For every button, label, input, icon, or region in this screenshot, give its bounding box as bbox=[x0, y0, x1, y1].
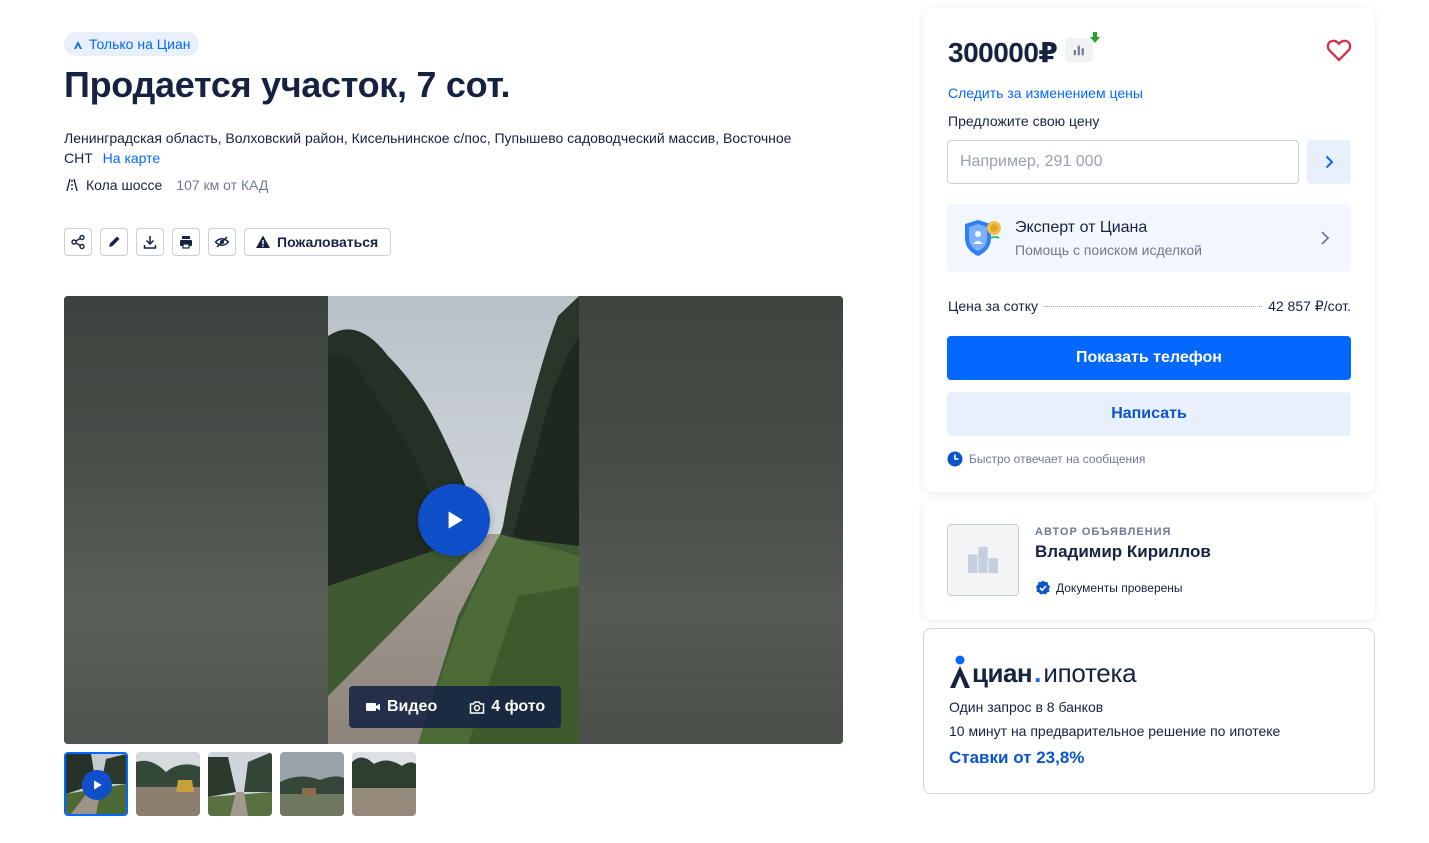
mortgage-rates-link[interactable]: Ставки от 23,8% bbox=[949, 748, 1084, 768]
price-value: 300000₽ bbox=[948, 37, 1058, 68]
note-button[interactable] bbox=[100, 228, 128, 256]
complain-label: Пожаловаться bbox=[277, 234, 379, 250]
thumbnail-image bbox=[352, 752, 416, 816]
mortgage-promo-card[interactable]: циан. ипотека Один запрос в 8 банков 10 м… bbox=[923, 628, 1375, 794]
write-message-button[interactable]: Написать bbox=[947, 392, 1351, 436]
map-link[interactable]: На карте bbox=[103, 150, 161, 166]
clock-icon bbox=[947, 451, 963, 467]
media-gallery[interactable]: Видео 4 фото bbox=[64, 296, 843, 744]
thumbnail-photo[interactable] bbox=[280, 752, 344, 816]
listing-actions: Пожаловаться bbox=[64, 228, 392, 256]
warning-icon bbox=[256, 235, 270, 248]
logo-brand: циан bbox=[972, 658, 1033, 688]
follow-price-link[interactable]: Следить за изменением цены bbox=[948, 85, 1143, 101]
page-title: Продается участок, 7 сот. bbox=[64, 64, 511, 105]
share-icon bbox=[71, 234, 85, 250]
chevron-right-icon bbox=[1325, 155, 1334, 169]
road-icon bbox=[66, 178, 78, 192]
print-icon bbox=[180, 236, 192, 249]
price-card: 300000₽ Следить за изменением цены Предл… bbox=[923, 8, 1375, 492]
chevron-right-icon bbox=[1321, 231, 1330, 245]
highway-distance: 107 км от КАД bbox=[176, 177, 269, 193]
download-icon bbox=[143, 236, 157, 249]
logo-product: ипотека bbox=[1043, 658, 1137, 688]
complain-button[interactable]: Пожаловаться bbox=[244, 228, 392, 256]
thumbnail-photo[interactable] bbox=[136, 752, 200, 816]
address-text: Ленинградская область, Волховский район,… bbox=[64, 130, 792, 166]
fast-reply-text: Быстро отвечает на сообщения bbox=[969, 452, 1146, 466]
thumbnail-photo[interactable] bbox=[208, 752, 272, 816]
thumbnail-strip bbox=[64, 752, 416, 816]
only-cian-badge: Только на Циан bbox=[64, 32, 200, 56]
play-video-button[interactable] bbox=[418, 484, 490, 556]
expert-subtitle: Помощь с поиском исделкой bbox=[1015, 242, 1202, 258]
offer-price-input[interactable] bbox=[947, 140, 1299, 184]
price-per-unit-label: Цена за сотку bbox=[948, 298, 1038, 314]
hide-button[interactable] bbox=[208, 228, 236, 256]
mortgage-line-2: 10 минут на предварительное решение по и… bbox=[949, 723, 1281, 739]
photos-tab[interactable]: 4 фото bbox=[453, 686, 561, 728]
expert-title: Эксперт от Циана bbox=[1015, 219, 1148, 236]
cian-pin-icon bbox=[950, 655, 970, 688]
thumbnail-play-icon bbox=[82, 770, 112, 800]
photos-label: 4 фото bbox=[491, 698, 546, 715]
badge-label: Только на Циан bbox=[89, 36, 191, 52]
logo-dot: . bbox=[1034, 658, 1042, 688]
download-button[interactable] bbox=[136, 228, 164, 256]
price-per-unit: Цена за сотку 42 857 ₽/сот. bbox=[948, 298, 1351, 315]
avatar[interactable] bbox=[947, 524, 1019, 596]
video-label: Видео bbox=[387, 698, 438, 715]
author-caption: АВТОР ОБЪЯВЛЕНИЯ bbox=[1035, 526, 1172, 538]
play-icon bbox=[448, 511, 463, 529]
thumbnail-image bbox=[136, 752, 200, 816]
camera-icon bbox=[469, 701, 485, 714]
offer-submit-button[interactable] bbox=[1307, 140, 1351, 184]
thumbnail-photo[interactable] bbox=[352, 752, 416, 816]
video-camera-icon bbox=[366, 703, 380, 711]
favorite-heart-icon[interactable] bbox=[1325, 36, 1353, 64]
author-name[interactable]: Владимир Кириллов bbox=[1035, 542, 1211, 562]
thumbnail-video[interactable] bbox=[64, 752, 128, 816]
shield-expert-icon bbox=[965, 220, 1001, 256]
address: Ленинградская область, Волховский район,… bbox=[64, 128, 804, 168]
gallery-blur-left bbox=[64, 296, 328, 744]
offer-price-label: Предложите свою цену bbox=[948, 113, 1100, 129]
author-card: АВТОР ОБЪЯВЛЕНИЯ Владимир Кириллов Докум… bbox=[923, 500, 1375, 620]
dotted-leader bbox=[1043, 306, 1263, 307]
bar-chart-icon bbox=[1073, 45, 1084, 56]
media-switcher: Видео 4 фото bbox=[349, 686, 562, 728]
highway-name: Кола шоссе bbox=[86, 177, 163, 193]
gallery-blur-right bbox=[579, 296, 843, 744]
highway-info: Кола шоссе 107 км от КАД bbox=[64, 177, 268, 193]
verified-label: Документы проверены bbox=[1056, 581, 1183, 595]
documents-verified: Документы проверены bbox=[1035, 580, 1183, 596]
eye-off-icon bbox=[214, 236, 230, 248]
thumbnail-image bbox=[208, 752, 272, 816]
cian-logo-icon bbox=[74, 41, 82, 49]
pencil-icon bbox=[109, 236, 120, 247]
cian-mortgage-logo: циан. ипотека bbox=[948, 653, 1137, 689]
price-down-arrow-icon bbox=[1090, 32, 1100, 43]
video-tab[interactable]: Видео bbox=[349, 686, 453, 728]
fast-reply-note: Быстро отвечает на сообщения bbox=[947, 451, 1145, 467]
expert-banner[interactable]: Эксперт от Циана Помощь с поиском исделк… bbox=[947, 204, 1351, 272]
show-phone-button[interactable]: Показать телефон bbox=[947, 336, 1351, 380]
share-button[interactable] bbox=[64, 228, 92, 256]
building-icon bbox=[968, 546, 998, 574]
print-button[interactable] bbox=[172, 228, 200, 256]
thumbnail-image bbox=[280, 752, 344, 816]
mortgage-line-1: Один запрос в 8 банков bbox=[949, 699, 1104, 715]
verified-check-icon bbox=[1036, 580, 1050, 595]
price-per-unit-value: 42 857 ₽/сот. bbox=[1268, 298, 1351, 314]
